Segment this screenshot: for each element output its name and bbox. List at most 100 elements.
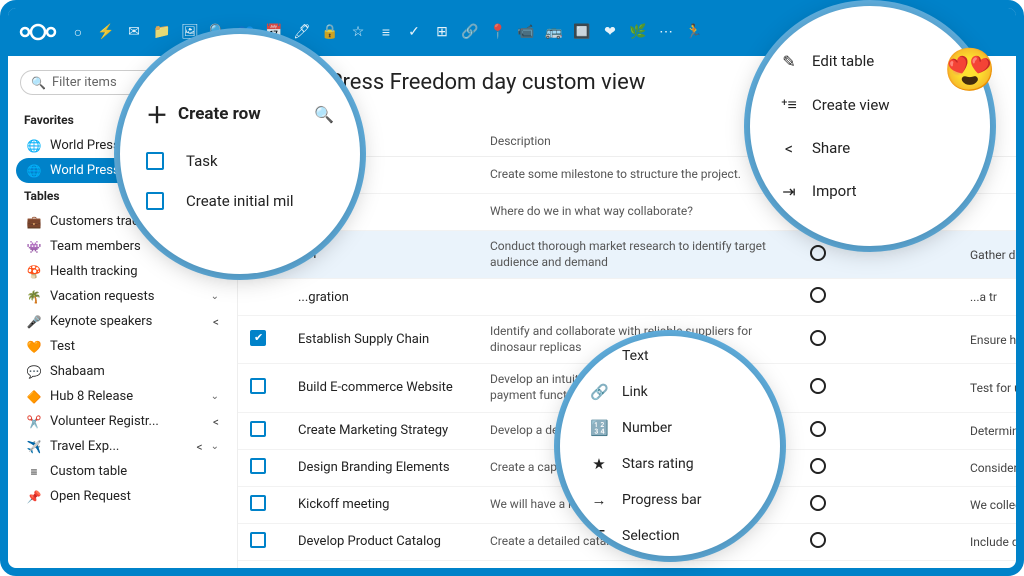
cell-task: Develop Product Catalog (290, 534, 490, 549)
table-row[interactable]: Implement Inventory Management System Se… (238, 561, 1016, 568)
table-row[interactable]: ...gration ...a tr (238, 279, 1016, 316)
menu-item[interactable]: → Progress bar (586, 482, 754, 518)
app-icon[interactable]: ○ (70, 24, 86, 40)
item-label: Custom table (50, 465, 219, 478)
create-row-button[interactable]: Create row (178, 104, 261, 124)
item-label: Travel Exp... (50, 440, 189, 453)
search-icon[interactable]: 🔍 (314, 105, 334, 124)
menu-item[interactable]: ⇥Import (776, 170, 964, 213)
menu-item[interactable]: ≡Text (586, 338, 754, 374)
checkbox[interactable] (146, 152, 164, 170)
item-icon: 🌐 (26, 165, 42, 177)
item-icon: 💼 (26, 216, 42, 228)
app-icon[interactable]: ⚡ (98, 24, 114, 40)
row-create-initial: Create initial mil (186, 192, 294, 210)
sidebar-item[interactable]: ✈️Travel Exp...<⌄ (16, 434, 229, 459)
chevron-down-icon[interactable]: ⌄ (211, 392, 219, 402)
proofed-status[interactable] (810, 458, 826, 474)
app-icon[interactable]: 📍 (490, 24, 506, 40)
filter-placeholder: Filter items (52, 75, 117, 90)
cell-next: Test for us (970, 381, 1016, 395)
menu-icon: → (590, 491, 608, 509)
item-icon: 📌 (26, 491, 42, 503)
menu-item[interactable]: ☰Selection (586, 518, 754, 554)
sidebar-item[interactable]: 🎤 Keynote speakers < (16, 309, 229, 334)
app-icon[interactable]: 📹 (518, 24, 534, 40)
sidebar-item[interactable]: ≡Custom table (16, 459, 229, 484)
sidebar-item[interactable]: ✂️Volunteer Registr...< (16, 409, 229, 434)
sidebar-item[interactable]: 📌 Open Request (16, 484, 229, 509)
row-checkbox[interactable] (250, 421, 266, 437)
app-icon[interactable]: ⋯ (658, 24, 674, 40)
item-label: Hub 8 Release (50, 390, 203, 403)
cell-task: Build E-commerce Website (290, 380, 490, 395)
sidebar-item[interactable]: 🔶 Hub 8 Release ⌄ (16, 384, 229, 409)
row-checkbox[interactable] (250, 378, 266, 394)
app-icon[interactable]: 🔗 (462, 24, 478, 40)
row-checkbox[interactable] (250, 532, 266, 548)
app-icon[interactable]: 🚌 (546, 24, 562, 40)
sidebar-item[interactable]: 🌴Vacation requests⌄ (16, 284, 229, 309)
app-icon[interactable]: ⊞ (434, 24, 450, 40)
cell-next: Gather da (970, 248, 1016, 262)
app-icon[interactable]: 🌿 (630, 24, 646, 40)
cell-task: Kickoff meeting (290, 497, 490, 512)
item-icon: 🎤 (26, 316, 42, 328)
cell-next: Determine (970, 424, 1016, 438)
zoom-column-type-menu: ≡Text🔗Link 🔢 Number ★Stars rating → Progress … (560, 336, 780, 556)
checkbox[interactable] (146, 192, 164, 210)
menu-label: Progress bar (622, 492, 701, 508)
row-checkbox[interactable] (250, 458, 266, 474)
item-label: Shabaam (50, 365, 219, 378)
menu-label: Number (622, 420, 672, 436)
app-icon[interactable]: ✓ (406, 24, 422, 40)
item-icon: 🌐 (26, 140, 42, 152)
sidebar-item[interactable]: 🧡Test (16, 334, 229, 359)
menu-item[interactable]: ⁺≡Create view (776, 83, 964, 127)
zoom-table-menu: ✎Edit table⁺≡Create view<Share⇥Import (750, 6, 990, 246)
proofed-status[interactable] (810, 378, 826, 394)
menu-item[interactable]: 🔗Link (586, 374, 754, 410)
cell-task: Design Branding Elements (290, 460, 490, 475)
menu-label: Share (812, 139, 850, 157)
menu-icon: 🔢 (590, 419, 608, 437)
cell-next: Include de (970, 535, 1016, 549)
menu-item[interactable]: <Share (776, 127, 964, 170)
proofed-status[interactable] (810, 532, 826, 548)
menu-label: Selection (622, 528, 680, 544)
item-label: Vacation requests (50, 290, 203, 303)
menu-icon: ≡ (590, 347, 608, 365)
item-label: Open Request (50, 490, 219, 503)
proofed-status[interactable] (810, 287, 826, 303)
share-icon[interactable]: < (197, 441, 203, 453)
heart-eyes-emoji: 😍 (944, 46, 996, 95)
app-icon[interactable]: ≡ (378, 24, 394, 40)
menu-item[interactable]: ★Stars rating (586, 446, 754, 482)
cell-next: Ensure hig (970, 333, 1016, 347)
proofed-status[interactable] (810, 495, 826, 511)
menu-item[interactable]: 🔢 Number (586, 410, 754, 446)
plus-icon[interactable]: ＋ (146, 98, 168, 130)
chevron-down-icon[interactable]: ⌄ (211, 292, 219, 302)
header-task: Task (186, 152, 218, 170)
app-icon[interactable]: ❤ (602, 24, 618, 40)
row-checkbox[interactable] (250, 330, 266, 346)
app-icon[interactable]: 🔲 (574, 24, 590, 40)
menu-item[interactable]: ✎Edit table (776, 40, 964, 83)
sidebar-item[interactable]: 💬Shabaam (16, 359, 229, 384)
chevron-down-icon[interactable]: ⌄ (211, 442, 219, 452)
search-icon: 🔍 (31, 76, 46, 90)
item-icon: 🍄 (26, 266, 42, 278)
proofed-status[interactable] (810, 330, 826, 346)
item-icon: 🔶 (26, 391, 42, 403)
row-checkbox[interactable] (250, 495, 266, 511)
menu-icon: ★ (590, 455, 608, 473)
proofed-status[interactable] (810, 245, 826, 261)
share-icon[interactable]: < (213, 416, 219, 428)
app-icon[interactable]: 🏃 (686, 24, 702, 40)
menu-label: Create view (812, 96, 890, 114)
proofed-status[interactable] (810, 421, 826, 437)
nextcloud-logo[interactable] (16, 18, 60, 46)
item-label: Keynote speakers (50, 315, 205, 328)
share-icon[interactable]: < (213, 316, 219, 328)
